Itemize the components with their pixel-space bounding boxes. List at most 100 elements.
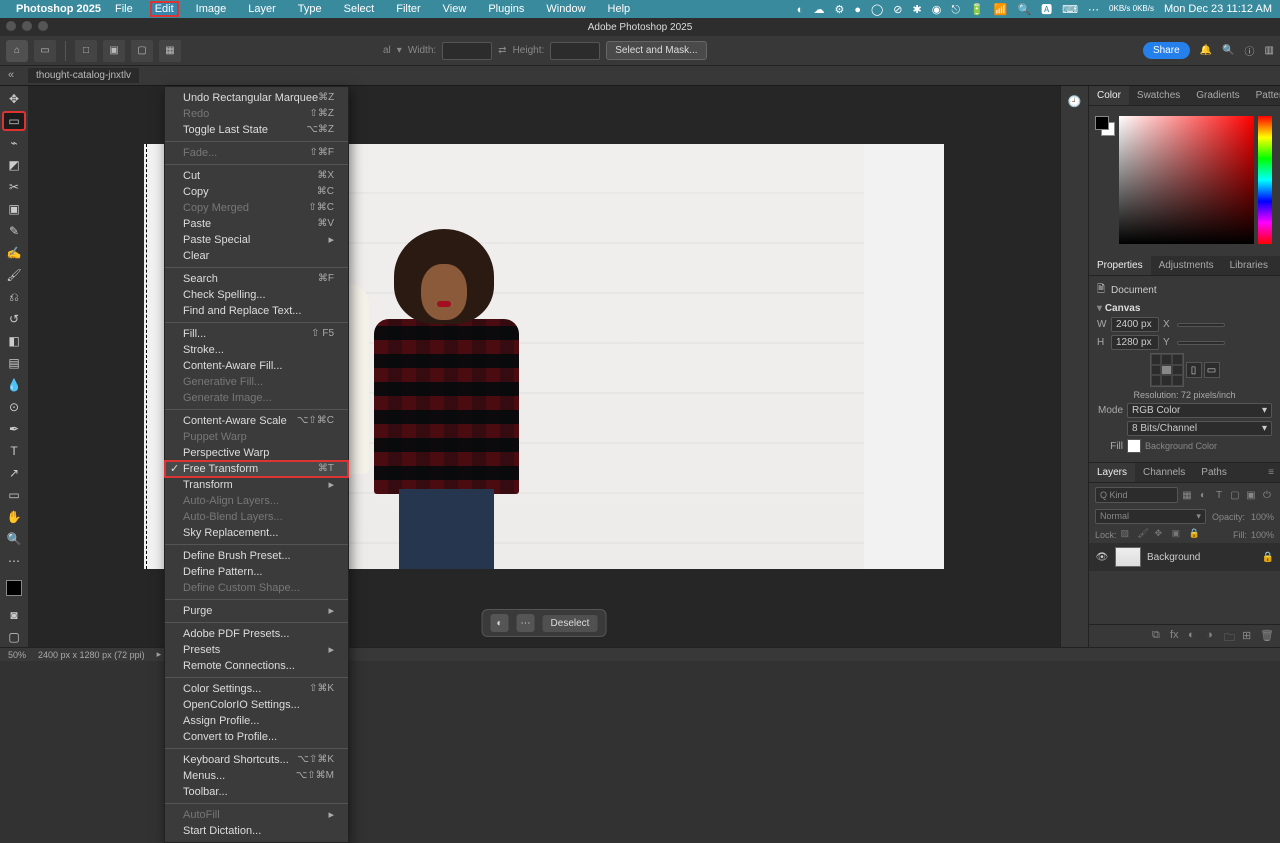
mac-menu-window[interactable]: Window <box>542 2 589 16</box>
menu-item-purge[interactable]: Purge▸ <box>165 603 348 619</box>
document-tab[interactable]: thought-catalog-jnxtlv <box>28 68 139 83</box>
menu-item-transform[interactable]: Transform▸ <box>165 477 348 493</box>
eyedropper-tool[interactable]: ✎ <box>3 222 25 240</box>
marquee-tool-preset[interactable]: ▭ <box>34 40 56 62</box>
menu-item-sky-replacement[interactable]: Sky Replacement... <box>165 525 348 541</box>
layer-name[interactable]: Background <box>1147 552 1200 563</box>
layer-mask-icon[interactable]: ◐ <box>1188 629 1202 643</box>
deselect-button[interactable]: Deselect <box>543 615 598 632</box>
menu-item-start-dictation[interactable]: Start Dictation... <box>165 823 348 839</box>
blend-mode-select[interactable]: Normal▾ <box>1095 509 1206 524</box>
toolbar-more[interactable]: ⋯ <box>3 552 25 570</box>
mac-menu-filter[interactable]: Filter <box>392 2 424 16</box>
type-tool[interactable]: T <box>3 442 25 460</box>
width-field[interactable] <box>442 42 492 60</box>
pen-tool[interactable]: ✒ <box>3 420 25 438</box>
menu-item-toggle-last-state[interactable]: Toggle Last State⌥⌘Z <box>165 122 348 138</box>
mac-menu-edit[interactable]: Edit <box>151 2 178 16</box>
brush-tool[interactable]: 🖌 <box>3 266 25 284</box>
quick-mask-icon[interactable]: ◙ <box>3 606 25 624</box>
menu-item-remote-connections[interactable]: Remote Connections... <box>165 658 348 674</box>
mac-menu-layer[interactable]: Layer <box>244 2 280 16</box>
dodge-tool[interactable]: ⊙ <box>3 398 25 416</box>
foreground-color-swatch[interactable] <box>6 580 22 596</box>
status-icon[interactable]: ◐ <box>797 4 804 16</box>
canvas-x-field[interactable] <box>1177 323 1225 327</box>
status-icon[interactable]: ● <box>854 4 861 16</box>
menu-item-copy[interactable]: Copy⌘C <box>165 184 348 200</box>
tab-channels[interactable]: Channels <box>1135 463 1193 482</box>
menu-item-define-pattern[interactable]: Define Pattern... <box>165 564 348 580</box>
menu-item-search[interactable]: Search⌘F <box>165 271 348 287</box>
ctx-more-icon[interactable]: ⋯ <box>517 614 535 632</box>
fill-swatch[interactable] <box>1127 439 1141 453</box>
color-fgbg-swatch[interactable] <box>1095 116 1115 136</box>
menu-item-undo-rectangular-marquee[interactable]: Undo Rectangular Marquee⌘Z <box>165 90 348 106</box>
menu-item-stroke[interactable]: Stroke... <box>165 342 348 358</box>
new-fill-icon[interactable]: ◑ <box>1206 629 1220 643</box>
status-icon[interactable]: ⚙ <box>834 4 844 16</box>
layer-fx-icon[interactable]: fx <box>1170 629 1184 643</box>
status-icon[interactable]: ⎋ <box>951 4 960 16</box>
menu-item-free-transform[interactable]: ✓Free Transform⌘T <box>165 461 348 477</box>
canvas-y-field[interactable] <box>1177 341 1225 345</box>
menu-item-presets[interactable]: Presets▸ <box>165 642 348 658</box>
layer-visibility-icon[interactable]: 👁 <box>1095 552 1109 563</box>
link-layers-icon[interactable]: ⧉ <box>1152 629 1166 643</box>
canvas-width-field[interactable]: 2400 px <box>1111 317 1159 332</box>
mac-menu-view[interactable]: View <box>439 2 471 16</box>
frame-tool[interactable]: ▣ <box>3 200 25 218</box>
orientation-portrait-icon[interactable]: ▯ <box>1186 362 1202 378</box>
healing-tool[interactable]: ✍ <box>3 244 25 262</box>
mac-menu-select[interactable]: Select <box>340 2 379 16</box>
canvas-height-field[interactable]: 1280 px <box>1111 335 1159 350</box>
tab-layers[interactable]: Layers <box>1089 463 1135 482</box>
history-panel-icon[interactable]: 🕘 <box>1066 92 1084 110</box>
history-brush-tool[interactable]: ↺ <box>3 310 25 328</box>
menu-item-content-aware-scale[interactable]: Content-Aware Scale⌥⇧⌘C <box>165 413 348 429</box>
stamp-tool[interactable]: ⎌ <box>3 288 25 306</box>
menu-item-paste[interactable]: Paste⌘V <box>165 216 348 232</box>
mac-menu-file[interactable]: File <box>111 2 137 16</box>
menu-item-clear[interactable]: Clear <box>165 248 348 264</box>
path-tool[interactable]: ↗ <box>3 464 25 482</box>
menu-item-check-spelling[interactable]: Check Spelling... <box>165 287 348 303</box>
status-icon[interactable]: ⋯ <box>1088 4 1099 16</box>
new-selection-icon[interactable]: □ <box>75 40 97 62</box>
gradient-tool[interactable]: ▤ <box>3 354 25 372</box>
tab-gradients[interactable]: Gradients <box>1188 86 1247 105</box>
zoom-tool[interactable]: 🔍 <box>3 530 25 548</box>
shape-tool[interactable]: ▭ <box>3 486 25 504</box>
filter-pixel-icon[interactable]: ▦ <box>1180 488 1194 502</box>
new-group-icon[interactable]: 🗀 <box>1224 629 1238 643</box>
menu-item-keyboard-shortcuts[interactable]: Keyboard Shortcuts...⌥⇧⌘K <box>165 752 348 768</box>
status-icon[interactable]: ✱ <box>913 4 922 16</box>
add-selection-icon[interactable]: ▣ <box>103 40 125 62</box>
lock-all-icon[interactable]: 🔒 <box>1189 528 1202 541</box>
menu-item-assign-profile[interactable]: Assign Profile... <box>165 713 348 729</box>
tabs-chevron-icon[interactable]: « <box>8 69 14 81</box>
filter-smart-icon[interactable]: ▣ <box>1244 488 1258 502</box>
anchor-grid[interactable] <box>1150 353 1184 387</box>
notifications-icon[interactable]: 🔔 <box>1200 45 1212 56</box>
menu-item-paste-special[interactable]: Paste Special▸ <box>165 232 348 248</box>
hand-tool[interactable]: ✋ <box>3 508 25 526</box>
status-icon[interactable]: ◯ <box>871 4 883 16</box>
tab-properties[interactable]: Properties <box>1089 256 1151 275</box>
share-button[interactable]: Share <box>1143 42 1190 59</box>
menu-item-toolbar[interactable]: Toolbar... <box>165 784 348 800</box>
mac-menu-plugins[interactable]: Plugins <box>484 2 528 16</box>
orientation-landscape-icon[interactable]: ▭ <box>1204 362 1220 378</box>
crop-tool[interactable]: ✂ <box>3 178 25 196</box>
canvas-area[interactable]: Undo Rectangular Marquee⌘ZRedo⇧⌘ZToggle … <box>28 86 1060 647</box>
object-select-tool[interactable]: ◩ <box>3 156 25 174</box>
bit-depth-select[interactable]: 8 Bits/Channel▾ <box>1127 421 1272 436</box>
new-layer-icon[interactable]: ⊞ <box>1242 629 1256 643</box>
filter-type-icon[interactable]: T <box>1212 488 1226 502</box>
menu-item-define-brush-preset[interactable]: Define Brush Preset... <box>165 548 348 564</box>
eraser-tool[interactable]: ◧ <box>3 332 25 350</box>
color-mode-select[interactable]: RGB Color▾ <box>1127 403 1272 418</box>
marquee-tool[interactable]: ▭ <box>3 112 25 130</box>
workspace-icon[interactable]: ▥ <box>1265 45 1274 56</box>
layer-thumbnail[interactable] <box>1115 547 1141 567</box>
